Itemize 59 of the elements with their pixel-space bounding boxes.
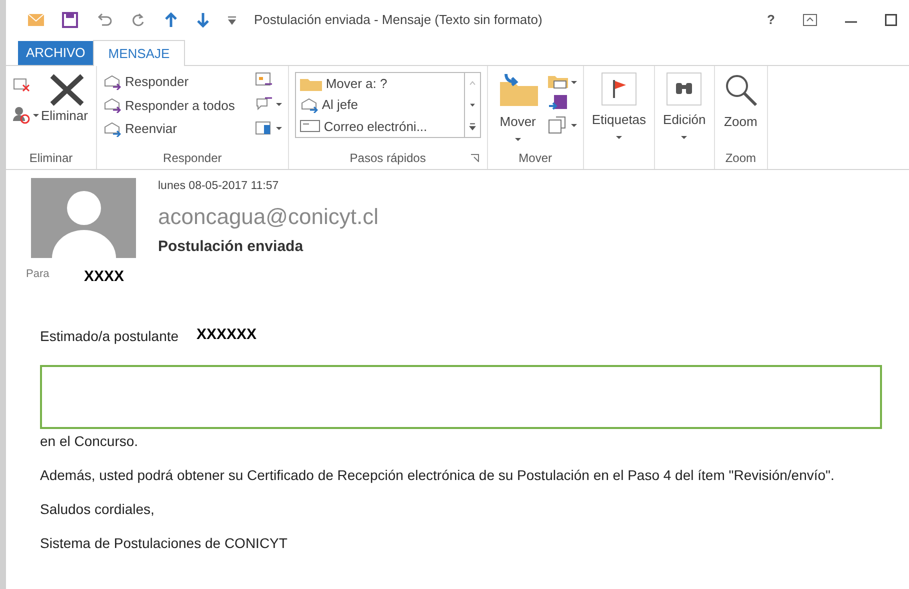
undo-icon[interactable]: [96, 13, 112, 27]
redo-icon[interactable]: [130, 12, 146, 28]
group-label: Responder: [163, 150, 222, 167]
caret-icon[interactable]: [570, 124, 577, 126]
window-title: Postulación enviada - Mensaje (Texto sin formato): [254, 11, 544, 30]
ribbon-button[interactable]: Reenviar: [102, 119, 235, 138]
caret-icon: [514, 138, 521, 140]
group-label: Pasos rápidos: [350, 150, 426, 167]
ribbon-button[interactable]: Responder: [102, 72, 235, 92]
envelope-arrow-icon: [300, 96, 318, 113]
caret-icon[interactable]: [276, 102, 282, 106]
down-arrow-icon[interactable]: [196, 12, 210, 28]
reply-icon: [102, 74, 121, 90]
envelope-icon: [300, 120, 320, 132]
sender-address: aconcagua@conicyt.cl: [158, 203, 378, 231]
ribbon-tab[interactable]: MENSAJE: [93, 40, 185, 66]
body-paragraph: Saludos cordiales,: [40, 500, 156, 518]
body-paragraph: Además, usted podrá obtener su Certificado de Recepción electrónica de su Postulación en el Paso 4 del ítem "Revisión/envío".: [40, 466, 836, 484]
quick-step[interactable]: Mover a: ?: [326, 74, 388, 94]
folder-icon: [300, 76, 322, 91]
ribbon-button[interactable]: Etiquetas: [590, 72, 648, 138]
block-sender-icon[interactable]: [12, 106, 30, 124]
group-label: Zoom: [725, 150, 756, 167]
message-date: lunes 08-05-2017 11:57: [158, 179, 279, 194]
caret-icon[interactable]: [570, 80, 577, 84]
ribbon-button[interactable]: Edición: [661, 72, 708, 138]
dialog-launcher-icon[interactable]: [470, 154, 479, 162]
quick-step[interactable]: Correo electróni...: [324, 116, 428, 136]
quick-step[interactable]: Al jefe: [322, 95, 358, 115]
file-tab[interactable]: ARCHIVO: [18, 41, 94, 65]
caret-icon: [681, 136, 688, 138]
group-label: Mover: [518, 150, 552, 167]
caret-icon: [616, 136, 622, 138]
caret-icon[interactable]: [276, 126, 282, 130]
save-icon[interactable]: [62, 12, 78, 28]
ribbon-button[interactable]: Zoom: [720, 72, 761, 132]
ribbon-button[interactable]: Mover: [494, 72, 542, 140]
binoculars-icon: [666, 72, 702, 106]
ribbon-options-icon[interactable]: [803, 14, 817, 26]
help-button[interactable]: ?: [767, 10, 775, 30]
customize-icon[interactable]: [228, 15, 236, 25]
reply-icon: [102, 97, 121, 114]
forward-icon: [102, 120, 121, 137]
recipient-label: Para: [26, 267, 50, 282]
up-arrow-icon[interactable]: [164, 12, 178, 28]
caret-icon[interactable]: [33, 114, 39, 116]
flag-icon: [600, 72, 637, 106]
ribbon-button[interactable]: Responder a todos: [102, 96, 235, 115]
recipient: XXXX: [84, 267, 124, 287]
ignore-icon[interactable]: [12, 76, 30, 92]
avatar-icon: [28, 178, 136, 258]
greeting: Estimado/a postulante: [40, 326, 179, 346]
message-subject: Postulación enviada: [158, 237, 304, 257]
body-paragraph: Sistema de Postulaciones de CONICYT: [40, 534, 288, 552]
body-paragraph: en el Concurso.: [40, 432, 140, 450]
im-icon[interactable]: [254, 96, 273, 112]
group-label: Eliminar: [29, 150, 73, 167]
recipient-name: XXXXXX: [196, 325, 257, 345]
maximize-icon[interactable]: [885, 14, 897, 26]
